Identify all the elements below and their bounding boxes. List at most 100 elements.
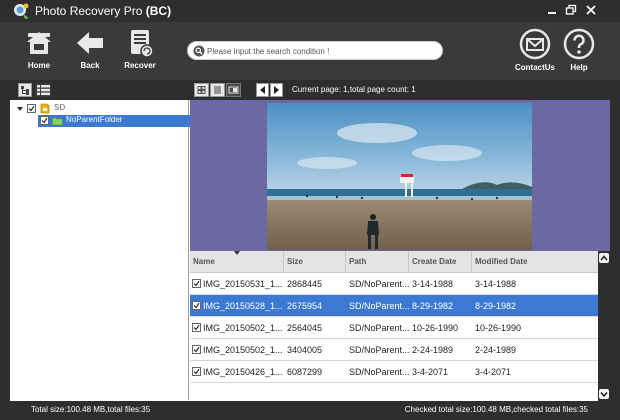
file-table: Name Size Path Create Date Modified Date… [190,251,598,401]
cell-created: 2-24-1989 [412,345,454,355]
search-box[interactable] [187,41,443,60]
left-border [0,100,10,401]
app-logo-icon [14,3,29,19]
cell-name: IMG_20150426_1... [203,367,283,377]
row-checkbox[interactable] [192,301,201,310]
edition-label: (BC) [145,4,172,18]
maximize-button[interactable] [564,3,578,17]
image-preview-pane [190,100,610,251]
grid-icon [197,86,206,94]
cell-size: 2564045 [287,323,323,333]
tree-checkbox-noparentfolder[interactable] [40,116,49,125]
right-border [610,100,620,401]
list-view-button[interactable] [35,83,51,97]
close-button[interactable] [584,3,598,17]
checkmark-icon [193,346,200,353]
home-button[interactable]: Home [17,28,61,78]
recover-icon [131,30,154,58]
checkmark-icon [193,280,200,287]
row-checkbox[interactable] [192,279,201,288]
table-row[interactable]: IMG_20150426_1... 6087299 SD/NoParent... 3-… [190,361,598,383]
restore-icon [565,4,577,15]
cell-created: 10-26-1990 [412,323,459,333]
cell-size: 3404005 [287,345,323,355]
table-header: Name Size Path Create Date Modified Date [190,251,598,273]
details-view-button[interactable] [210,83,225,97]
help-button[interactable]: Help [557,28,601,78]
triangle-left-icon [260,86,265,94]
total-size-status: Total size:100.48 MB,total files:35 [31,405,151,414]
help-icon [563,28,595,60]
photo-preview [267,103,532,250]
checkmark-icon [193,302,200,309]
cell-name: IMG_20150531_1... [203,279,283,289]
back-arrow-icon [77,32,103,54]
contact-us-button[interactable]: ContactUs [513,28,557,78]
tree-view-button[interactable] [18,83,32,97]
close-icon [586,5,596,15]
checkmark-icon [193,324,200,331]
cell-size: 2868445 [287,279,323,289]
sort-arrow-icon [234,251,240,255]
tree-item-sd[interactable]: SD [14,103,184,115]
search-input[interactable] [207,44,437,58]
tree-label-noparentfolder: NoParentFolder [66,115,123,124]
row-checkbox[interactable] [192,323,201,332]
table-row[interactable]: IMG_20150502_1... 2564045 SD/NoParent... 10… [190,317,598,339]
cell-created: 3-14-1988 [412,279,454,289]
column-header-size[interactable]: Size [284,251,346,273]
cell-path: SD/NoParent... [349,279,410,289]
cell-size: 6087299 [287,367,323,377]
expand-arrow-icon[interactable] [16,105,24,113]
tree-checkbox-sd[interactable] [27,104,36,113]
window-title: Photo Recovery Pro (BC) [35,4,172,18]
table-row[interactable]: IMG_20150528_1... 2675954 SD/NoParent... 8-… [190,295,598,317]
table-scrollbar[interactable] [598,251,610,401]
checked-size-status: Checked total size:100.48 MB,checked tot… [404,405,588,414]
recover-button[interactable]: Recover [118,28,162,78]
home-label: Home [27,61,51,70]
folder-tree: SD NoParentFolder [10,100,198,400]
cell-path: SD/NoParent... [349,367,410,377]
view-toolbar: Current page: 1,total page count: 1 [0,80,620,100]
cell-name: IMG_20150502_1... [203,323,283,333]
help-label: Help [570,63,588,72]
next-page-button[interactable] [270,83,283,97]
table-row[interactable]: IMG_20150531_1... 2868445 SD/NoParent... 3-… [190,273,598,295]
column-header-path[interactable]: Path [346,251,409,273]
preview-view-button[interactable] [226,83,241,97]
back-button[interactable]: Back [68,28,112,78]
home-icon [27,32,51,54]
checkmark-icon [193,368,200,375]
tree-view-icon [21,86,29,95]
minimize-button[interactable] [545,3,559,17]
previous-page-button[interactable] [256,83,269,97]
cell-path: SD/NoParent... [349,345,410,355]
search-icon [193,45,205,57]
scroll-up-button[interactable] [599,253,609,263]
cell-modified: 10-26-1990 [475,323,522,333]
cell-created: 3-4-2071 [412,367,449,377]
column-header-name[interactable]: Name [190,251,284,273]
row-checkbox[interactable] [192,367,201,376]
minimize-icon [548,12,556,14]
main-toolbar: Home Back Recover Contac [0,22,620,80]
recover-label: Recover [124,61,156,70]
tree-item-noparentfolder[interactable]: NoParentFolder [38,115,198,127]
column-header-create-date[interactable]: Create Date [409,251,472,273]
column-header-modified-date[interactable]: Modified Date [472,251,598,273]
thumbnail-view-button[interactable] [194,83,209,97]
cell-modified: 3-14-1988 [475,279,517,289]
scroll-down-button[interactable] [599,389,609,399]
sd-card-icon [40,103,50,114]
preview-pane-icon [228,86,239,94]
row-checkbox[interactable] [192,345,201,354]
chevron-up-icon [600,255,608,261]
title-bar: Photo Recovery Pro (BC) [0,0,620,22]
table-row[interactable]: IMG_20150502_1... 3404005 SD/NoParent... 2-… [190,339,598,361]
chevron-down-icon [600,391,608,398]
contact-us-label: ContactUs [514,63,555,72]
status-bar: Total size:100.48 MB,total files:35 Chec… [0,401,620,420]
tree-label-sd: SD [54,103,66,112]
cell-created: 8-29-1982 [412,301,454,311]
